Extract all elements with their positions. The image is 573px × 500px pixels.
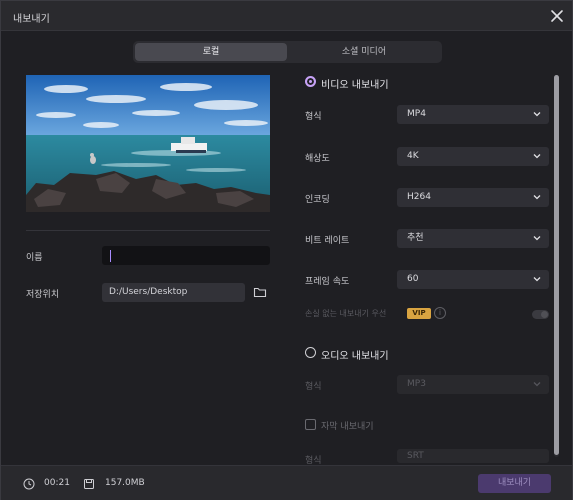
name-input[interactable] [102, 246, 270, 265]
encoding-select[interactable]: H264 [397, 188, 549, 207]
duration-text: 00:21 [44, 478, 70, 488]
chevron-down-icon [533, 382, 541, 387]
chevron-down-icon [533, 112, 541, 117]
video-export-header: 비디오 내보내기 [321, 80, 389, 91]
clock-icon [23, 478, 35, 490]
bitrate-select[interactable]: 추천 [397, 229, 549, 248]
lossless-export-label: 손실 없는 내보내기 우선 [305, 309, 387, 318]
save-location-field[interactable]: D:/Users/Desktop [102, 283, 245, 302]
name-label: 이름 [26, 253, 43, 263]
video-export-radio[interactable] [305, 76, 316, 87]
format-value: MP4 [407, 109, 426, 119]
scrollbar-thumb[interactable] [554, 75, 559, 455]
framerate-value: 60 [407, 274, 419, 284]
location-label: 저장위치 [26, 290, 60, 300]
resolution-select[interactable]: 4K [397, 147, 549, 166]
tab-local[interactable]: 로컬 [135, 43, 287, 61]
export-button[interactable]: 내보내기 [478, 474, 551, 493]
encoding-label: 인코딩 [305, 195, 330, 205]
export-dialog: 내보내기 로컬 소셜 미디어 이름 저장위치 D:/Users/Desktop … [0, 0, 573, 500]
text-caret [110, 250, 111, 262]
framerate-label: 프레임 속도 [305, 277, 350, 287]
audio-format-select[interactable]: MP3 [397, 375, 549, 394]
subtitle-format-select[interactable]: SRT [397, 449, 549, 463]
format-select[interactable]: MP4 [397, 105, 549, 124]
tab-social-media[interactable]: 소셜 미디어 [288, 43, 440, 61]
info-icon[interactable]: i [434, 307, 446, 319]
toggle-knob [541, 311, 548, 318]
vip-badge: VIP [407, 308, 431, 319]
chevron-down-icon [533, 154, 541, 159]
lossless-toggle[interactable] [532, 310, 549, 319]
footer-bar: 00:21 157.0MB 내보내기 [1, 465, 572, 500]
divider [26, 230, 270, 231]
audio-export-header: 오디오 내보내기 [321, 351, 389, 362]
video-preview-thumbnail [26, 75, 270, 212]
bitrate-label: 비트 레이트 [305, 236, 350, 246]
encoding-value: H264 [407, 192, 431, 202]
chevron-down-icon [533, 236, 541, 241]
chevron-down-icon [533, 277, 541, 282]
framerate-select[interactable]: 60 [397, 270, 549, 289]
file-size-text: 157.0MB [105, 478, 145, 488]
tab-bar: 로컬 소셜 미디어 [133, 41, 442, 63]
resolution-label: 해상도 [305, 154, 330, 164]
title-bar: 내보내기 [1, 1, 572, 31]
audio-format-label: 형식 [305, 382, 322, 392]
chevron-down-icon [533, 195, 541, 200]
subtitle-format-value: SRT [407, 451, 424, 461]
disk-icon [83, 478, 95, 490]
resolution-value: 4K [407, 151, 419, 161]
audio-export-radio[interactable] [305, 347, 316, 358]
format-label: 형식 [305, 112, 322, 122]
folder-icon[interactable] [253, 285, 267, 299]
audio-format-value: MP3 [407, 379, 426, 389]
close-icon[interactable] [548, 7, 566, 25]
subtitle-export-checkbox[interactable] [305, 419, 316, 430]
bitrate-value: 추천 [407, 233, 424, 243]
subtitle-export-header: 자막 내보내기 [321, 422, 374, 432]
dialog-title: 내보내기 [13, 14, 50, 25]
